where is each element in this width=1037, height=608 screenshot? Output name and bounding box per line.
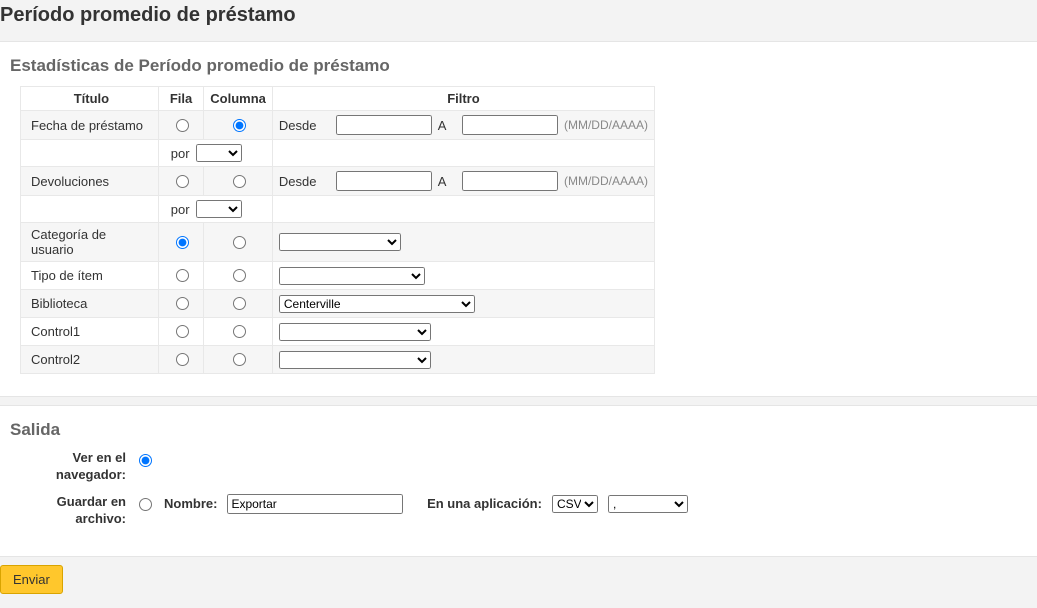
row-biblioteca: Biblioteca Centerville (21, 290, 655, 318)
row-devoluciones-por: por (21, 196, 655, 223)
label-control1: Control1 (21, 318, 159, 346)
output-panel: Salida Ver en el navegador: Guardar en a… (0, 405, 1037, 557)
label-file-name: Nombre: (164, 496, 217, 511)
por-label: por (171, 146, 190, 161)
submit-button[interactable]: Enviar (0, 565, 63, 594)
input-from-devoluciones[interactable] (336, 171, 432, 191)
radio-row-control1[interactable] (176, 325, 189, 338)
select-por-fecha-prestamo[interactable] (196, 144, 242, 162)
output-row-view-browser: Ver en el navegador: (10, 450, 1027, 484)
to-label: A (438, 118, 447, 133)
select-control1[interactable] (279, 323, 431, 341)
label-devoluciones: Devoluciones (21, 167, 159, 196)
input-file-name[interactable] (227, 494, 403, 514)
from-label: Desde (279, 174, 317, 189)
th-title: Título (21, 87, 159, 111)
date-format-hint: (MM/DD/AAAA) (564, 174, 648, 188)
label-categoria-usuario: Categoría de usuario (21, 223, 159, 262)
input-from-fecha-prestamo[interactable] (336, 115, 432, 135)
input-to-devoluciones[interactable] (462, 171, 558, 191)
radio-row-control2[interactable] (176, 353, 189, 366)
radio-view-browser[interactable] (139, 454, 152, 467)
por-label: por (171, 202, 190, 217)
radio-col-tipo-item[interactable] (233, 269, 246, 282)
label-save-file: Guardar en archivo: (10, 494, 134, 528)
label-tipo-item: Tipo de ítem (21, 262, 159, 290)
radio-row-tipo-item[interactable] (176, 269, 189, 282)
radio-row-fecha-prestamo[interactable] (176, 119, 189, 132)
stats-panel: Estadísticas de Período promedio de prés… (0, 41, 1037, 397)
radio-row-categoria-usuario[interactable] (176, 236, 189, 249)
select-por-devoluciones[interactable] (196, 200, 242, 218)
radio-col-devoluciones[interactable] (233, 175, 246, 188)
date-format-hint: (MM/DD/AAAA) (564, 118, 648, 132)
th-filter: Filtro (272, 87, 654, 111)
submit-bar: Enviar (0, 557, 1037, 608)
label-view-browser: Ver en el navegador: (10, 450, 134, 484)
output-row-save-file: Guardar en archivo: Nombre: En una aplic… (10, 494, 1027, 528)
label-biblioteca: Biblioteca (21, 290, 159, 318)
th-col: Columna (204, 87, 273, 111)
select-control2[interactable] (279, 351, 431, 369)
from-label: Desde (279, 118, 317, 133)
row-categoria-usuario: Categoría de usuario (21, 223, 655, 262)
input-to-fecha-prestamo[interactable] (462, 115, 558, 135)
select-biblioteca[interactable]: Centerville (279, 295, 475, 313)
select-categoria-usuario[interactable] (279, 233, 401, 251)
output-heading: Salida (10, 420, 1027, 440)
row-tipo-item: Tipo de ítem (21, 262, 655, 290)
radio-col-control2[interactable] (233, 353, 246, 366)
stats-heading: Estadísticas de Período promedio de prés… (10, 56, 1027, 76)
stats-table: Título Fila Columna Filtro Fecha de prés… (20, 86, 655, 374)
to-label: A (438, 174, 447, 189)
radio-row-biblioteca[interactable] (176, 297, 189, 310)
radio-col-categoria-usuario[interactable] (233, 236, 246, 249)
label-control2: Control2 (21, 346, 159, 374)
row-devoluciones: Devoluciones Desde A (MM/DD/AAAA) (21, 167, 655, 196)
label-app: En una aplicación: (427, 496, 542, 511)
radio-row-devoluciones[interactable] (176, 175, 189, 188)
row-fecha-prestamo-por: por (21, 140, 655, 167)
select-delimiter[interactable]: , (608, 495, 688, 513)
page-title: Período promedio de préstamo (0, 0, 1037, 41)
radio-col-biblioteca[interactable] (233, 297, 246, 310)
row-fecha-prestamo: Fecha de préstamo Desde A (MM/DD/AAAA) (21, 111, 655, 140)
th-row: Fila (158, 87, 203, 111)
label-fecha-prestamo: Fecha de préstamo (21, 111, 159, 140)
row-control1: Control1 (21, 318, 655, 346)
radio-col-control1[interactable] (233, 325, 246, 338)
select-format[interactable]: CSV (552, 495, 598, 513)
radio-col-fecha-prestamo[interactable] (233, 119, 246, 132)
select-tipo-item[interactable] (279, 267, 425, 285)
row-control2: Control2 (21, 346, 655, 374)
radio-save-file[interactable] (139, 498, 152, 511)
